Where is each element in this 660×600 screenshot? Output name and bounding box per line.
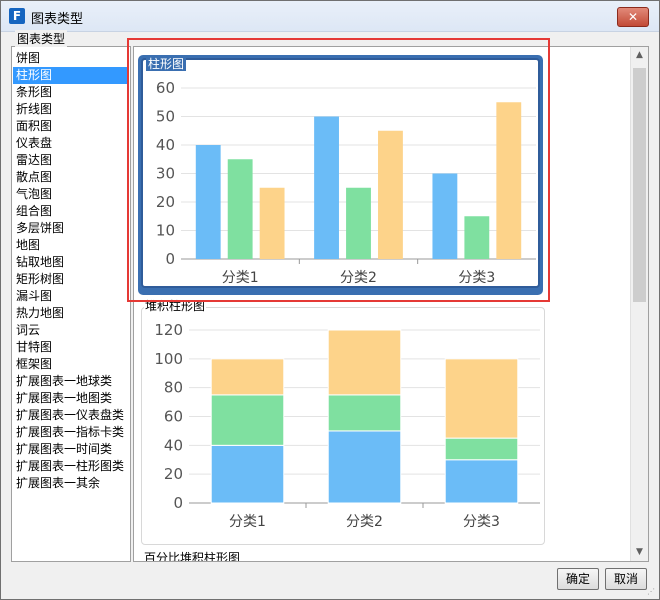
selection-highlight xyxy=(127,38,550,302)
chart-type-item[interactable]: 扩展图表一仪表盘类 xyxy=(13,407,129,424)
chart-type-item[interactable]: 扩展图表一指标卡类 xyxy=(13,424,129,441)
stacked-bar-chart-preview: 0 20 40 60 80 100 120 分类1 分类2 分类3 xyxy=(154,321,540,530)
scroll-up-icon[interactable]: ▲ xyxy=(631,47,648,64)
preview-title-percent-stacked-bar: 百分比堆积柱形图 xyxy=(144,551,241,561)
chart-type-item[interactable]: 扩展图表一地球类 xyxy=(13,373,129,390)
bar-segment xyxy=(210,358,285,396)
chart-type-item[interactable]: 散点图 xyxy=(13,169,129,186)
chart-type-item[interactable]: 条形图 xyxy=(13,84,129,101)
cancel-button[interactable]: 取消 xyxy=(605,568,647,590)
chart-type-item[interactable]: 甘特图 xyxy=(13,339,129,356)
chart-type-item[interactable]: 仪表盘 xyxy=(13,135,129,152)
chart-type-item[interactable]: 钻取地图 xyxy=(13,254,129,271)
preview-card-stacked-bar[interactable]: 0 20 40 60 80 100 120 分类1 分类2 分类3 xyxy=(141,307,545,545)
bar-segment xyxy=(210,394,285,446)
scroll-thumb[interactable] xyxy=(633,68,646,302)
chart-type-item[interactable]: 扩展图表一地图类 xyxy=(13,390,129,407)
close-button[interactable]: ✕ xyxy=(617,7,649,27)
y-tick-label: 100 xyxy=(154,350,183,368)
chart-type-item[interactable]: 扩展图表一柱形图类 xyxy=(13,458,129,475)
ok-button[interactable]: 确定 xyxy=(557,568,599,590)
y-tick-label: 120 xyxy=(154,321,183,339)
app-logo-icon: F xyxy=(9,8,25,24)
chart-type-list[interactable]: 饼图 柱形图 条形图 折线图 面积图 仪表盘 雷达图 散点图 气泡图 组合图 多层饼图 地图 钻取地图矩… xyxy=(11,46,131,562)
bar-segment xyxy=(444,437,519,461)
y-tick-label: 60 xyxy=(164,408,183,426)
chart-type-item[interactable]: 地图 xyxy=(13,237,129,254)
chart-type-item[interactable]: 饼图 xyxy=(13,50,129,67)
bar-segment xyxy=(327,394,402,432)
bar-segment xyxy=(327,430,402,504)
chart-type-item[interactable]: 折线图 xyxy=(13,101,129,118)
chart-type-item[interactable]: 组合图 xyxy=(13,203,129,220)
window-title: 图表类型 xyxy=(31,12,84,27)
x-tick-label: 分类1 xyxy=(229,514,266,530)
chart-type-item[interactable]: 扩展图表一其余 xyxy=(13,475,129,492)
bar-segment xyxy=(327,329,402,396)
chart-type-item[interactable]: 矩形树图 xyxy=(13,271,129,288)
chart-type-item[interactable]: 多层饼图 xyxy=(13,220,129,237)
title-bar: F 图表类型 ✕ xyxy=(1,1,659,32)
bar-segment xyxy=(444,358,519,439)
y-tick-label: 0 xyxy=(173,494,183,512)
scroll-down-icon[interactable]: ▼ xyxy=(631,544,648,561)
x-tick-label: 分类3 xyxy=(463,514,500,530)
chart-type-item[interactable]: 词云 xyxy=(13,322,129,339)
vertical-scrollbar[interactable]: ▲ ▼ xyxy=(630,47,648,561)
y-tick-label: 40 xyxy=(164,436,183,454)
chart-type-item[interactable]: 面积图 xyxy=(13,118,129,135)
bar-segment xyxy=(210,444,285,504)
y-tick-label: 80 xyxy=(164,379,183,397)
chart-type-item[interactable]: 柱形图 xyxy=(13,67,129,84)
y-tick-label: 20 xyxy=(164,465,183,483)
chart-type-item[interactable]: 气泡图 xyxy=(13,186,129,203)
chart-type-item[interactable]: 雷达图 xyxy=(13,152,129,169)
group-label: 图表类型 xyxy=(15,30,68,47)
chart-type-item[interactable]: 扩展图表一时间类 xyxy=(13,441,129,458)
x-tick-label: 分类2 xyxy=(346,514,383,530)
bar-segment xyxy=(444,459,519,504)
resize-grip-icon[interactable]: ⋰ xyxy=(647,587,657,597)
chart-type-item[interactable]: 热力地图 xyxy=(13,305,129,322)
chart-type-item[interactable]: 框架图 xyxy=(13,356,129,373)
chart-type-item[interactable]: 漏斗图 xyxy=(13,288,129,305)
